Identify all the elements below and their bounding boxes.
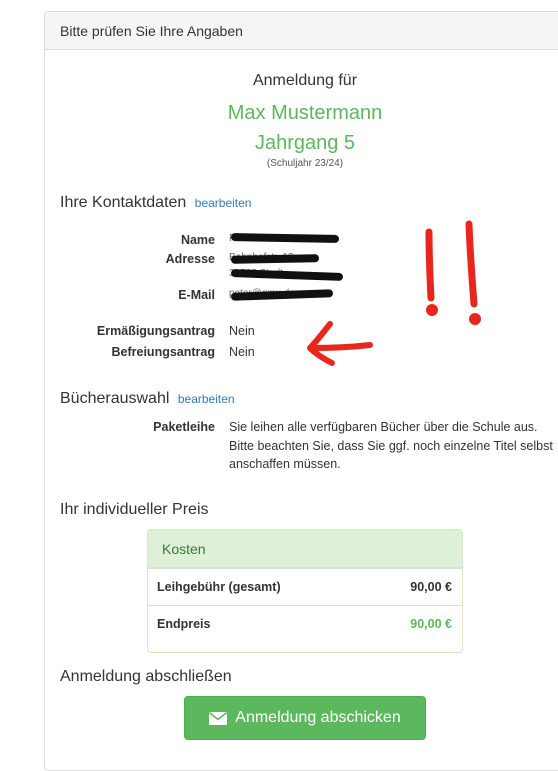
envelope-icon: [209, 711, 228, 725]
package-description: Sie leihen alle verfügbaren Bücher über …: [229, 420, 553, 471]
name-label: Name: [180, 233, 215, 247]
exemption-label: Befreiungsantrag: [111, 345, 216, 359]
contact-edit-link[interactable]: bearbeiten: [195, 196, 252, 210]
price-row-value: 90,00 €: [410, 580, 452, 594]
price-title: Ihr individueller Preis: [60, 501, 209, 518]
price-section-title: Ihr individueller Preis: [60, 501, 209, 519]
finish-title: Anmeldung abschließen: [60, 668, 232, 685]
contact-title: Ihre Kontaktdaten: [60, 194, 187, 211]
review-panel: Bitte prüfen Sie Ihre Angaben Anmeldung …: [44, 11, 558, 771]
package-label: Paketleihe: [153, 420, 215, 434]
price-table-header: Kosten: [148, 530, 462, 568]
books-title: Bücherauswahl: [60, 390, 170, 407]
send-registration-button[interactable]: Anmeldung abschicken: [184, 696, 426, 740]
student-grade: Jahrgang 5: [254, 132, 356, 154]
contact-section-title: Ihre Kontaktdaten bearbeiten: [60, 194, 251, 212]
finish-section-title: Anmeldung abschließen: [60, 668, 232, 686]
student-name: Max Mustermann: [227, 102, 383, 124]
school-year: (Schuljahr 23/24): [266, 158, 344, 169]
arrow-annotation: [307, 321, 373, 366]
price-table: Kosten Leihgebühr (gesamt) 90,00 € Endpr…: [147, 529, 463, 653]
price-row-label: Endpreis: [157, 617, 211, 631]
price-row: Endpreis 90,00 €: [148, 605, 462, 642]
redaction-mark: [230, 269, 344, 281]
price-row-value: 90,00 €: [410, 617, 452, 631]
books-edit-link[interactable]: bearbeiten: [178, 392, 235, 406]
reduction-label: Ermäßigungsantrag: [96, 324, 215, 338]
email-label: E-Mail: [178, 288, 215, 302]
reduction-value: Nein: [229, 324, 255, 338]
exemption-value: Nein: [229, 345, 255, 359]
panel-heading: Bitte prüfen Sie Ihre Angaben: [45, 12, 558, 50]
books-section-title: Bücherauswahl bearbeiten: [60, 390, 235, 408]
exclamation-marks-annotation: [425, 220, 481, 325]
address-label: Adresse: [165, 252, 215, 266]
price-row-label: Leihgebühr (gesamt): [157, 580, 281, 594]
redaction-mark: [230, 254, 320, 264]
send-button-label: Anmeldung abschicken: [235, 709, 401, 726]
price-row: Leihgebühr (gesamt) 90,00 €: [148, 568, 462, 605]
registration-title: Anmeldung für: [252, 72, 358, 89]
